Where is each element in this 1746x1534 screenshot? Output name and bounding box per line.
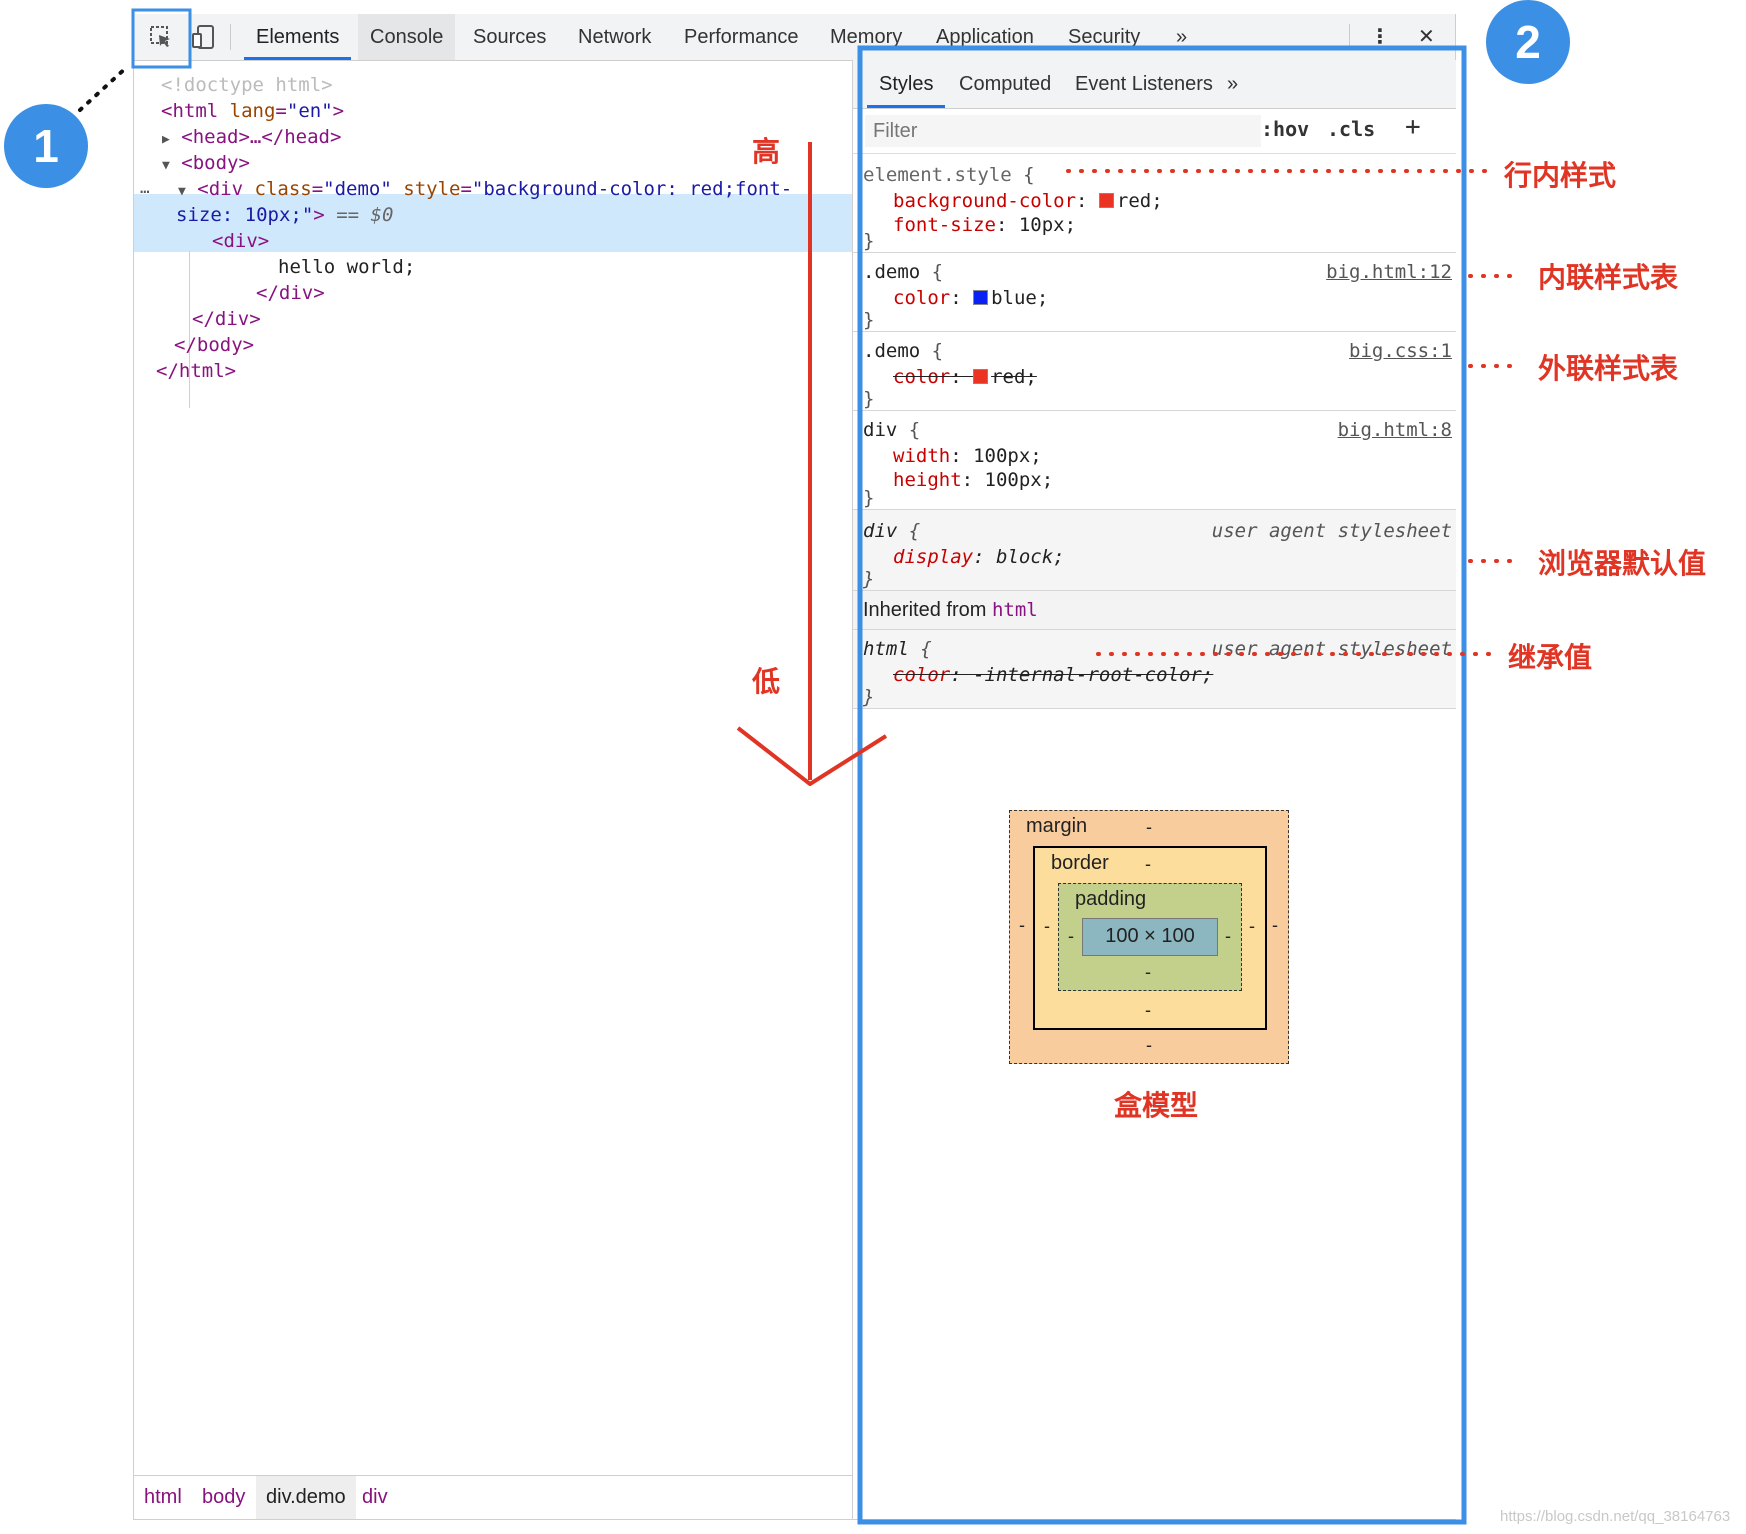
annotation-inline-style: 行内样式 bbox=[1504, 159, 1617, 192]
annotation-internal-sheet: 内联样式表 bbox=[1538, 261, 1679, 294]
styles-pane-highlight-box bbox=[857, 45, 1467, 1525]
annotation-ua-default: 浏览器默认值 bbox=[1538, 547, 1707, 580]
annotation-badge-2: 2 bbox=[1486, 0, 1570, 84]
annotation-overlay bbox=[78, 8, 1520, 1525]
annotation-box-model: 盒模型 bbox=[1114, 1089, 1199, 1122]
annotation-inherited: 继承值 bbox=[1508, 641, 1593, 674]
annotation-high: 高 bbox=[752, 135, 781, 168]
annotation-badge-1: 1 bbox=[4, 104, 88, 188]
annotation-low: 低 bbox=[752, 665, 781, 698]
watermark: https://blog.csdn.net/qq_38164763 bbox=[1500, 1508, 1731, 1525]
annotation-external-sheet: 外联样式表 bbox=[1538, 352, 1679, 385]
inspect-highlight-box bbox=[131, 8, 192, 69]
badge-1-connector bbox=[78, 64, 130, 112]
